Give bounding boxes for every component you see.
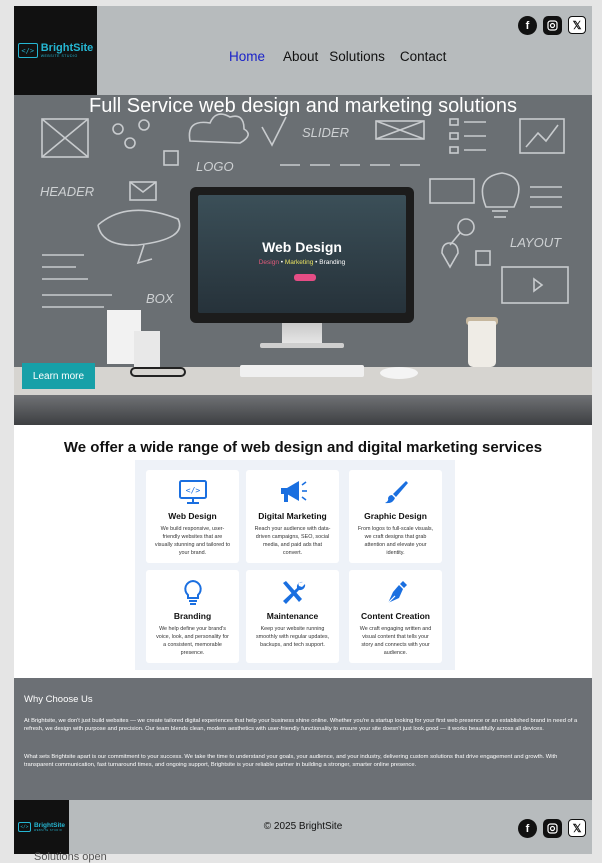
monitor-image: Web Design Design • Marketing • Branding	[190, 187, 414, 323]
service-card-graphic-design: Graphic Design From logos to full-scale …	[349, 470, 442, 563]
social-links: f 𝕏	[518, 16, 586, 35]
logo[interactable]: </> BrightSite WEBSITE STUDIO	[14, 6, 97, 95]
glasses	[130, 367, 186, 377]
x-icon[interactable]: 𝕏	[568, 16, 586, 34]
website: </> BrightSite WEBSITE STUDIO Home About…	[14, 6, 592, 854]
copyright: © 2025 BrightSite	[263, 821, 343, 832]
monitor-screen: Web Design Design • Marketing • Branding	[198, 195, 406, 313]
screen-subtitle: Design • Marketing • Branding	[258, 259, 346, 266]
brush-icon	[349, 479, 442, 505]
card-text: We build responsive, user-friendly websi…	[154, 526, 231, 556]
megaphone-icon	[246, 479, 339, 505]
keyboard	[240, 365, 364, 377]
service-card-branding: Branding We help define your brand's voi…	[146, 570, 239, 663]
service-card-maintenance: Maintenance Keep your website running sm…	[246, 570, 339, 663]
chalk-header: HEADER	[40, 184, 94, 199]
services-section: We offer a wide range of web design and …	[14, 425, 592, 678]
site-header: </> BrightSite WEBSITE STUDIO Home About…	[14, 6, 592, 95]
lightbulb-icon	[146, 579, 239, 605]
plant-pot-small	[134, 331, 160, 367]
why-title: Why Choose Us	[24, 694, 93, 705]
instagram-icon[interactable]	[543, 819, 562, 838]
nav-solutions[interactable]: Solutions	[329, 49, 385, 64]
monitor-stand	[282, 323, 322, 345]
screen-title: Web Design	[262, 239, 342, 255]
why-paragraph-1: At Brightsite, we don't just build websi…	[24, 718, 578, 732]
service-card-web-design: </> Web Design We build responsive, user…	[146, 470, 239, 563]
pen-nib-icon	[349, 579, 442, 605]
service-card-digital-marketing: Digital Marketing Reach your audience wi…	[246, 470, 339, 563]
chalk-logo: LOGO	[196, 159, 234, 174]
screen-button	[294, 274, 316, 281]
mouse	[380, 367, 418, 379]
chalk-box: BOX	[146, 291, 175, 306]
logo-tagline: WEBSITE STUDIO	[40, 53, 78, 58]
facebook-icon[interactable]: f	[518, 819, 537, 838]
card-title: Digital Marketing	[258, 511, 327, 521]
card-text: From logos to full-scale visuals, we cra…	[357, 526, 434, 556]
nav-about[interactable]: About	[283, 49, 318, 64]
card-title: Web Design	[168, 511, 217, 521]
site-footer: </> BrightSite WEBSITE STUDIO © 2025 Bri…	[14, 800, 592, 854]
nav-home[interactable]: Home	[229, 49, 265, 64]
hero-title: Full Service web design and marketing so…	[89, 95, 517, 117]
card-title: Graphic Design	[364, 511, 427, 521]
card-title: Branding	[173, 611, 212, 621]
services-title: We offer a wide range of web design and …	[63, 439, 543, 456]
chalk-layout: LAYOUT	[510, 235, 562, 250]
code-icon: </>	[17, 43, 38, 58]
card-text: Reach your audience with data-driven cam…	[254, 526, 331, 556]
hero-section: SLIDER LOGO HEADER BOX LAYOUT Full Servi…	[14, 95, 592, 425]
card-title: Content Creation	[361, 611, 430, 621]
chalk-slider: SLIDER	[302, 125, 349, 140]
why-choose-us-section: Why Choose Us At Brightsite, we don't ju…	[14, 678, 592, 800]
tools-icon	[246, 579, 339, 605]
learn-more-button[interactable]: Learn more	[22, 363, 95, 389]
nav-contact[interactable]: Contact	[400, 49, 447, 64]
instagram-icon[interactable]	[543, 16, 562, 35]
card-title: Maintenance	[266, 611, 319, 621]
services-grid: </> Web Design We build responsive, user…	[135, 460, 455, 670]
facebook-icon[interactable]: f	[518, 16, 537, 35]
why-paragraph-2: What sets Brightsite apart is our commit…	[24, 754, 558, 768]
logo-name: BrightSite	[40, 41, 94, 54]
x-icon[interactable]: 𝕏	[568, 819, 586, 837]
coffee-cup	[468, 321, 496, 367]
svg-text:</>: </>	[185, 486, 200, 495]
main-nav: Home About Solutions Contact	[229, 49, 464, 64]
desk-edge	[14, 395, 592, 425]
card-text: Keep your website running smoothly with …	[255, 626, 330, 648]
status-text: Solutions open	[34, 851, 107, 863]
monitor-code-icon: </>	[146, 479, 239, 505]
monitor-base	[260, 343, 344, 348]
card-text: We craft engaging written and visual con…	[359, 626, 432, 656]
service-card-content-creation: Content Creation We craft engaging writt…	[349, 570, 442, 663]
card-text: We help define your brand's voice, look,…	[156, 626, 229, 656]
footer-social-links: f 𝕏	[518, 819, 586, 838]
